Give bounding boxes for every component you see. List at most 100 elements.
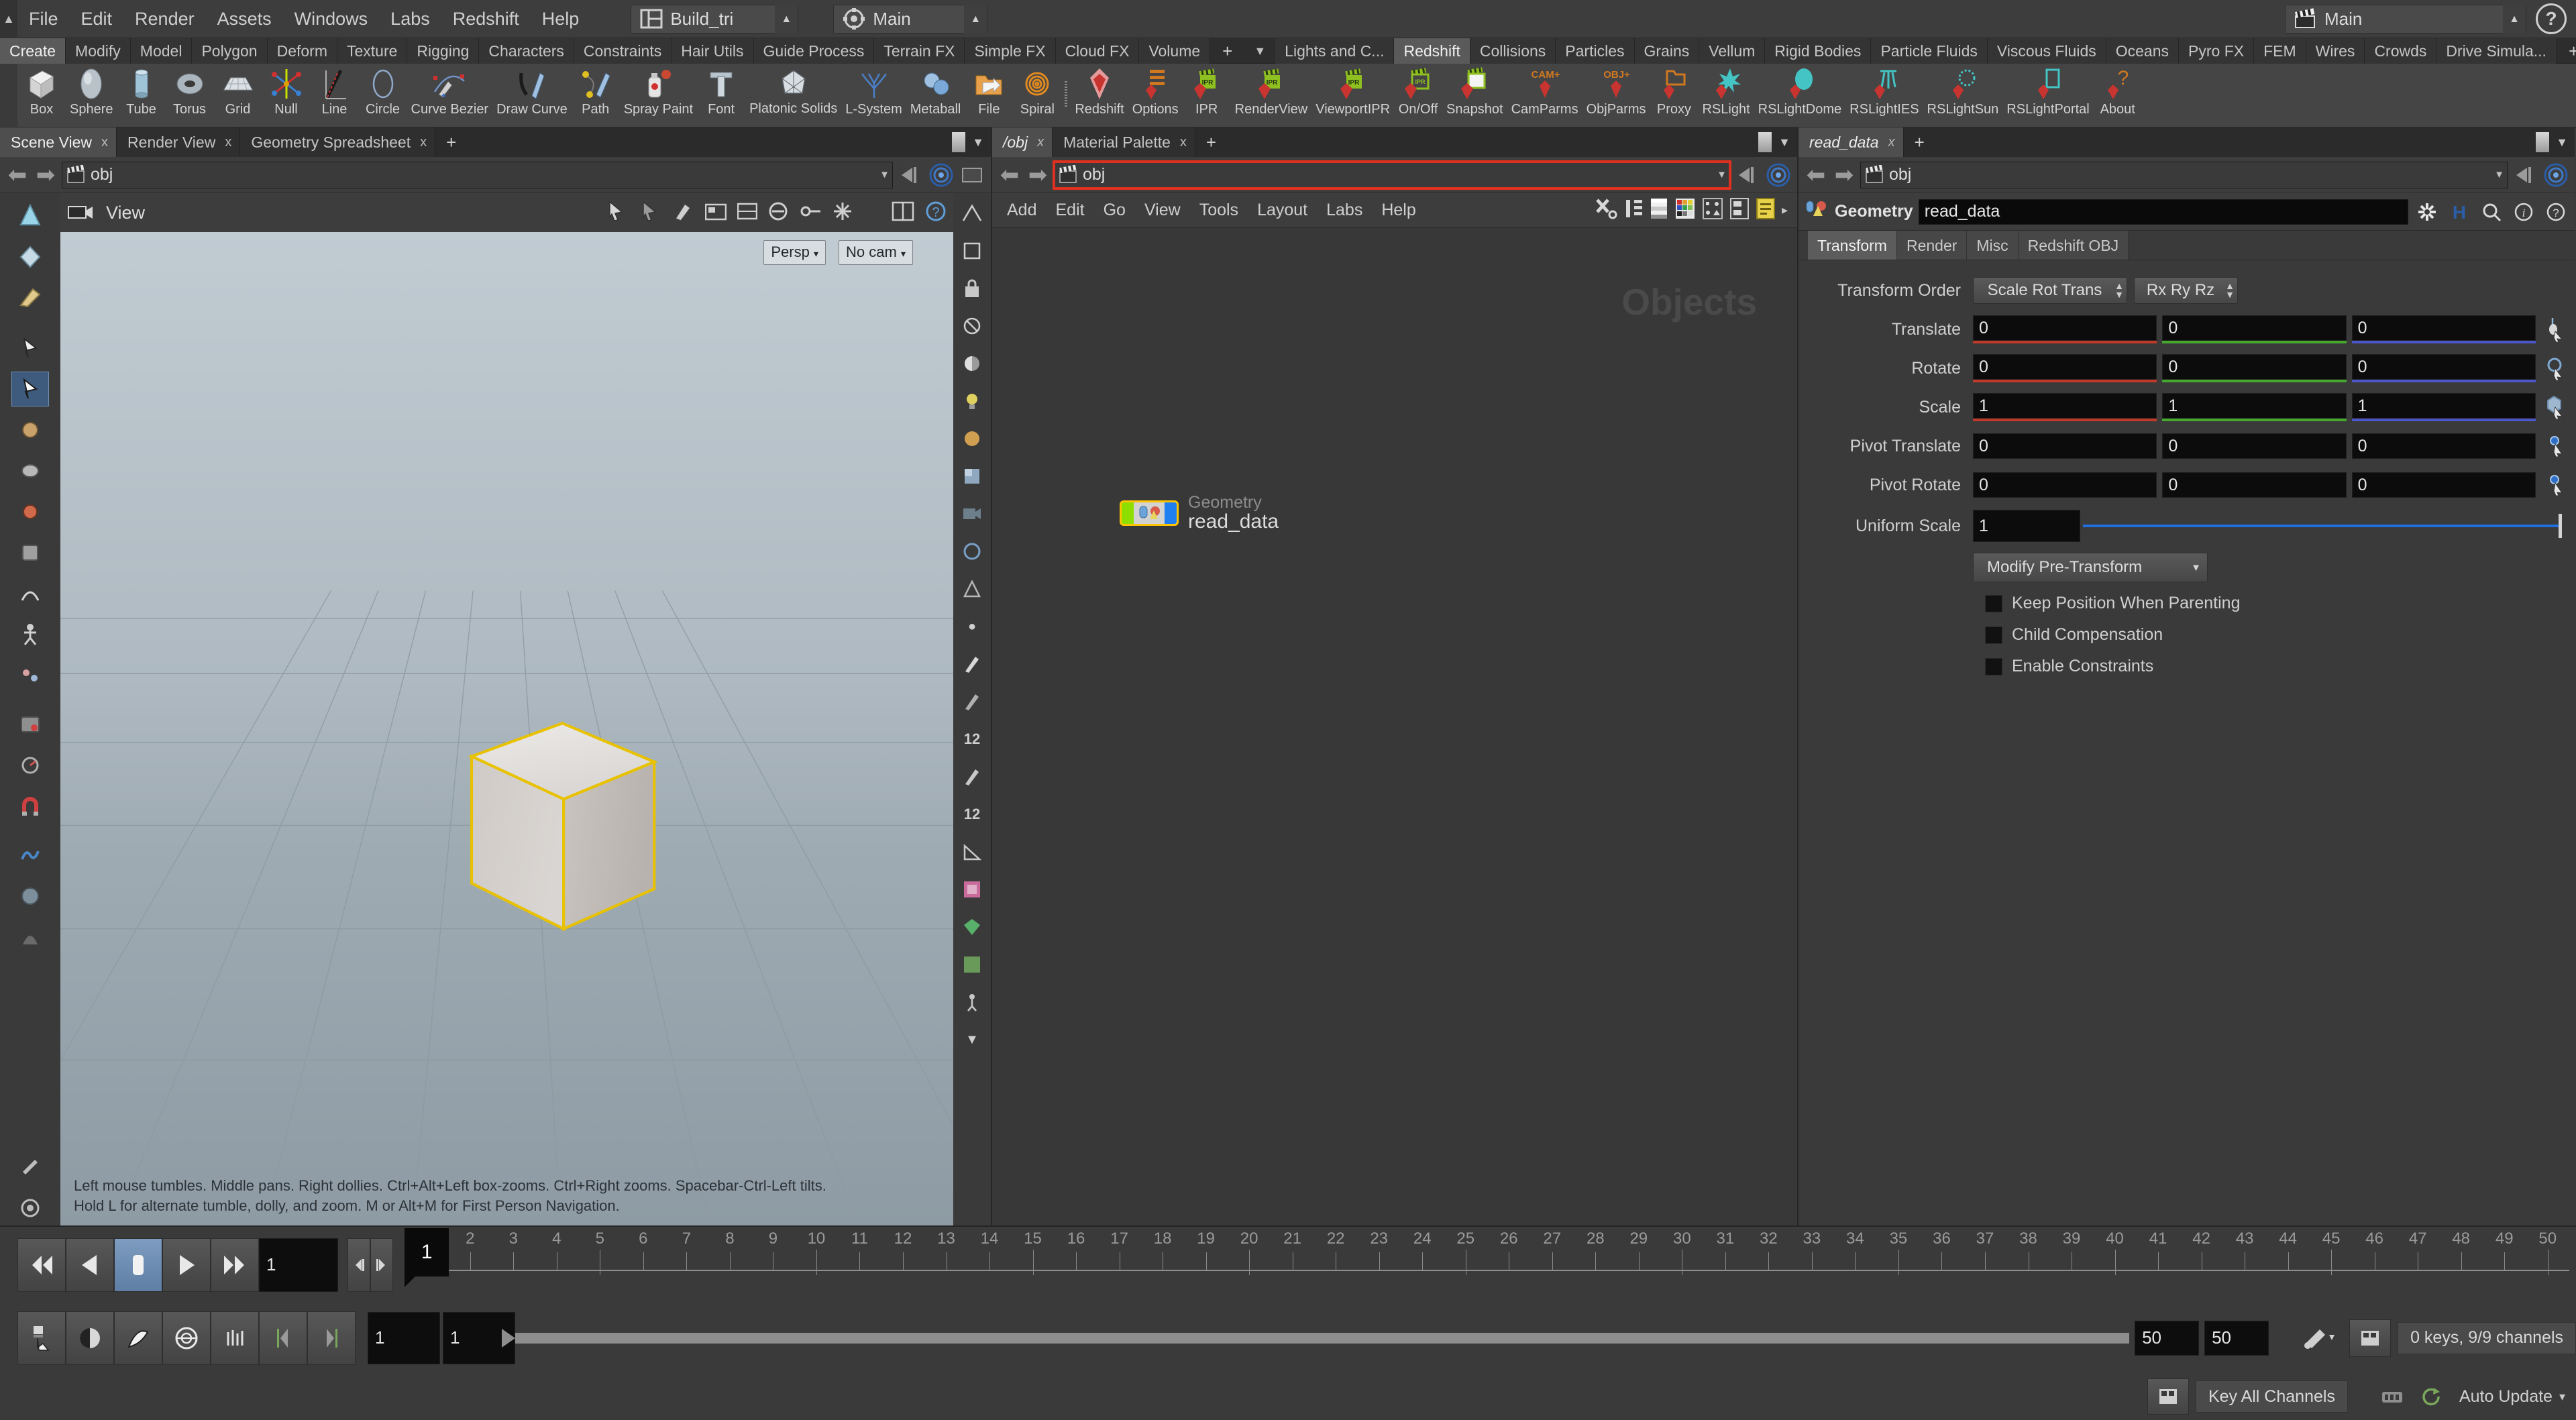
tab-read-data-parms[interactable]: read_data x bbox=[1799, 127, 1904, 157]
key-prev-icon[interactable] bbox=[347, 1238, 370, 1292]
tool-redshift[interactable]: Redshift bbox=[1071, 64, 1128, 127]
scene-view-add-tab[interactable]: + bbox=[435, 127, 467, 157]
frame-ruler[interactable]: 1234567891011121314151617181920212223242… bbox=[405, 1228, 2569, 1300]
active-tool-icon[interactable] bbox=[11, 372, 49, 406]
hair-tool-icon[interactable] bbox=[11, 920, 49, 954]
maximize-pane-icon[interactable] bbox=[1758, 132, 1772, 152]
takes-selector[interactable]: Main ▲▼ bbox=[2285, 4, 2526, 54]
tool-proxy[interactable]: Proxy bbox=[1650, 64, 1698, 127]
pin-parameters-icon[interactable] bbox=[2512, 162, 2538, 188]
checkbox-enable-constraints[interactable]: Enable Constraints bbox=[1799, 651, 2575, 682]
auto-update-label[interactable]: Auto Update bbox=[2459, 1387, 2553, 1407]
viewport-help-icon[interactable] bbox=[11, 1191, 49, 1225]
shelf-tab-texture[interactable]: Texture bbox=[337, 38, 408, 64]
parameters-add-tab[interactable]: + bbox=[1904, 127, 1935, 157]
network-menu-view[interactable]: View bbox=[1135, 201, 1190, 220]
pivot-rotate-handle-icon[interactable] bbox=[2541, 473, 2571, 497]
cloth-tool-icon[interactable] bbox=[11, 879, 49, 914]
spinner-icon[interactable]: ▲ ▼ bbox=[2225, 281, 2235, 299]
pivot-translate-y-value[interactable]: 0 bbox=[2162, 433, 2347, 459]
range-playback-end-input[interactable]: 50 bbox=[2135, 1320, 2200, 1356]
shelf-tab-guide-process[interactable]: Guide Process bbox=[753, 38, 875, 64]
no-entry-icon[interactable] bbox=[768, 201, 788, 225]
pivot-rotate-z-field[interactable]: 0 bbox=[2351, 472, 2536, 498]
layout-boxes-icon[interactable] bbox=[1729, 197, 1750, 223]
scale-z-value[interactable]: 1 bbox=[2351, 393, 2536, 419]
light-icon[interactable] bbox=[956, 385, 988, 417]
shelf-tab-redshift[interactable]: Redshift bbox=[1394, 38, 1470, 64]
tool-on-off[interactable]: IPR On/Off bbox=[1394, 64, 1442, 127]
shelf-tab-cloud-fx[interactable]: Cloud FX bbox=[1055, 38, 1140, 64]
guides-icon[interactable] bbox=[956, 573, 988, 605]
back-icon[interactable]: ⬅ bbox=[998, 162, 1022, 188]
grid2-icon[interactable] bbox=[956, 948, 988, 981]
translate-x-value[interactable]: 0 bbox=[1973, 315, 2157, 341]
current-frame-input[interactable]: 1 bbox=[259, 1238, 338, 1292]
rotate-y-value[interactable]: 0 bbox=[2162, 354, 2347, 380]
tool-null[interactable]: Null bbox=[262, 64, 311, 127]
tool-tube[interactable]: Tube bbox=[117, 64, 166, 127]
pivot-rotate-y-value[interactable]: 0 bbox=[2162, 472, 2347, 498]
shelf-tab-viscous-fluids[interactable]: Viscous Fluids bbox=[1987, 38, 2106, 64]
ghost-icon[interactable] bbox=[956, 535, 988, 567]
rotate-y-field[interactable]: 0 bbox=[2162, 354, 2347, 382]
uniform-scale-value[interactable]: 1 bbox=[1973, 510, 2080, 542]
parm-tab-transform[interactable]: Transform bbox=[1808, 231, 1897, 260]
playbar-settings-icon[interactable] bbox=[2290, 1311, 2347, 1365]
shelf-tab-fem[interactable]: FEM bbox=[2254, 38, 2306, 64]
camera-view-icon[interactable] bbox=[956, 498, 988, 530]
viewport-spinner-icon[interactable]: ▲▼ bbox=[964, 4, 987, 54]
rotate-x-field[interactable]: 0 bbox=[1973, 354, 2157, 382]
tool-snapshot[interactable]: Snapshot bbox=[1442, 64, 1507, 127]
network-menu-tools[interactable]: Tools bbox=[1190, 201, 1248, 220]
translate-z-value[interactable]: 0 bbox=[2351, 315, 2536, 341]
pose-tool-icon[interactable] bbox=[11, 658, 49, 693]
scale-x-value[interactable]: 1 bbox=[1973, 393, 2157, 419]
pivot-translate-x-field[interactable]: 0 bbox=[1973, 433, 2157, 459]
menu-help[interactable]: Help bbox=[531, 0, 591, 38]
checkbox-box[interactable] bbox=[1985, 657, 2002, 675]
node-box[interactable] bbox=[1120, 500, 1179, 526]
color-swatch-icon[interactable] bbox=[956, 873, 988, 906]
pivot-rotate-x-field[interactable]: 0 bbox=[1973, 472, 2157, 498]
pivot-rotate-y-field[interactable]: 0 bbox=[2162, 472, 2347, 498]
tool-l-system[interactable]: L-System bbox=[841, 64, 906, 127]
scene-viewport[interactable]: Persp ▾ No cam ▾ Left mouse tumbles. Mid… bbox=[60, 232, 953, 1225]
menu-render[interactable]: Render bbox=[123, 0, 206, 38]
playhead[interactable]: 1 bbox=[405, 1228, 449, 1287]
shelf-tab-deform[interactable]: Deform bbox=[267, 38, 337, 64]
tool-ipr[interactable]: IPR IPR bbox=[1183, 64, 1231, 127]
mem-icon[interactable] bbox=[2376, 1380, 2408, 1413]
menu-edit[interactable]: Edit bbox=[70, 0, 124, 38]
tab-obj-network[interactable]: /obj x bbox=[992, 127, 1053, 157]
pointer-select-icon[interactable] bbox=[604, 200, 627, 226]
group-tool-icon[interactable] bbox=[11, 707, 49, 742]
shelf-tab-collisions[interactable]: Collisions bbox=[1470, 38, 1556, 64]
view-camera-icon[interactable] bbox=[67, 201, 94, 225]
gem-icon[interactable] bbox=[956, 911, 988, 943]
parm-tab-redshift-obj[interactable]: Redshift OBJ bbox=[2018, 231, 2129, 260]
desktop-spinner-icon[interactable]: ▲▼ bbox=[775, 4, 798, 54]
gear-asterisk-icon[interactable] bbox=[2414, 199, 2440, 225]
key-status-icon[interactable] bbox=[2349, 1319, 2392, 1357]
viewport-link-icon[interactable] bbox=[928, 162, 955, 188]
tool-spiral[interactable]: Spiral bbox=[1013, 64, 1061, 127]
tool-rslightdome[interactable]: RSLightDome bbox=[1754, 64, 1846, 127]
forward-icon[interactable]: ➡ bbox=[1832, 162, 1856, 188]
shelf-tab-wires[interactable]: Wires bbox=[2306, 38, 2365, 64]
tool-file[interactable]: File bbox=[965, 64, 1013, 127]
translate-handle-icon[interactable] bbox=[2541, 317, 2571, 342]
shelf-tab-rigid-bodies[interactable]: Rigid Bodies bbox=[1765, 38, 1872, 64]
shelf-tab-model[interactable]: Model bbox=[130, 38, 193, 64]
auto-key-icon[interactable] bbox=[17, 1311, 66, 1365]
translate-y-field[interactable]: 0 bbox=[2162, 315, 2347, 343]
shelf-tab-polygon[interactable]: Polygon bbox=[192, 38, 268, 64]
takes-spinner-icon[interactable]: ▲▼ bbox=[2503, 4, 2526, 54]
shelf-tab-rigging[interactable]: Rigging bbox=[407, 38, 480, 64]
shelf-tab-vellum[interactable]: Vellum bbox=[1699, 38, 1766, 64]
shelf-tab-particle-fluids[interactable]: Particle Fluids bbox=[1871, 38, 1988, 64]
network-toolbar-overflow-icon[interactable]: ▸ bbox=[1782, 203, 1788, 217]
shelf-tab-create[interactable]: Create bbox=[0, 38, 66, 64]
view-tool-icon[interactable] bbox=[11, 199, 49, 233]
pin-path-icon[interactable] bbox=[1734, 162, 1761, 188]
